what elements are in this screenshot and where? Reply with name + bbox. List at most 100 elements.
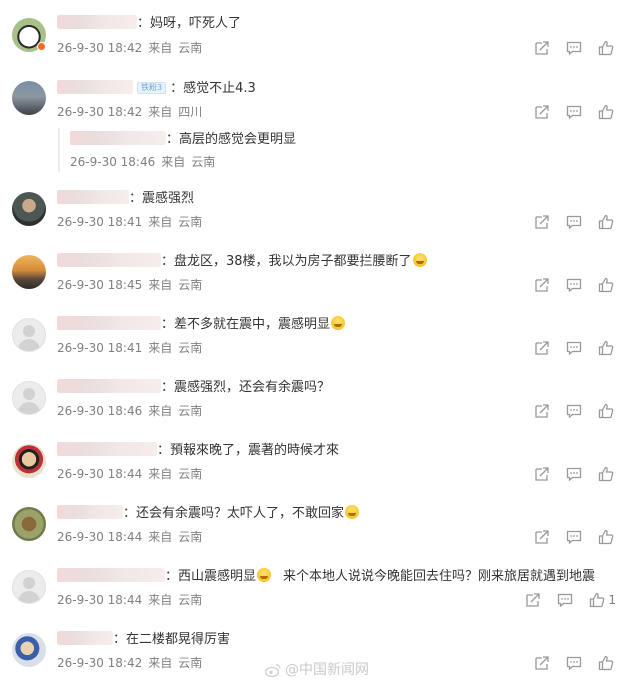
reply-date: 26-9-30 18:46 (70, 155, 156, 169)
comment-icon[interactable] (566, 403, 582, 419)
comment-date: 26-9-30 18:44 (57, 530, 143, 544)
share-icon[interactable] (534, 655, 550, 671)
vip-badge: 铁粉3 (137, 82, 167, 94)
share-icon[interactable] (534, 403, 550, 419)
avatar[interactable] (12, 255, 46, 289)
comment-source: 来自 (148, 41, 173, 55)
avatar[interactable] (12, 507, 46, 541)
comment-icon[interactable] (566, 104, 582, 120)
thumbs-up-icon[interactable] (598, 277, 614, 293)
comment-icon[interactable] (566, 277, 582, 293)
avatar[interactable] (12, 318, 46, 352)
comment-icon[interactable] (566, 529, 582, 545)
comment-icon[interactable] (566, 214, 582, 230)
avatar[interactable] (12, 444, 46, 478)
comment-source: 来自 (148, 278, 173, 292)
watermark: @中国新闻网 (265, 657, 369, 683)
watermark-text: @中国新闻网 (285, 662, 369, 678)
share-icon[interactable] (534, 529, 550, 545)
like-count: 1 (608, 593, 616, 607)
comment-source: 来自 (148, 105, 173, 119)
comment-location: 云南 (178, 215, 203, 229)
reply-source: 来自 (161, 155, 186, 169)
comment-text: 妈呀，吓死人了 (150, 16, 242, 31)
weibo-logo-icon (265, 663, 281, 677)
thumbs-up-icon[interactable] (589, 592, 605, 608)
comment-date: 26-9-30 18:45 (57, 278, 143, 292)
comment-source: 来自 (148, 467, 173, 481)
avatar[interactable] (12, 381, 46, 415)
crying-emoji-icon (331, 316, 346, 330)
comment-location: 云南 (178, 278, 203, 292)
comment-text: 在二楼都晃得厉害 (126, 632, 231, 647)
comment-source: 来自 (148, 215, 173, 229)
comment-text: 还会有余震吗？太吓人了，不敢回家 (136, 506, 345, 521)
share-icon[interactable] (534, 466, 550, 482)
comment-date: 26-9-30 18:42 (57, 656, 143, 670)
username-redacted[interactable] (57, 80, 133, 94)
comment-source: 来自 (148, 656, 173, 670)
username-redacted[interactable] (57, 505, 123, 519)
avatar[interactable] (12, 192, 46, 226)
comment-date: 26-9-30 18:42 (57, 41, 143, 55)
comment-text: 預報來晚了，震著的時候才來 (170, 443, 340, 458)
comment-source: 来自 (148, 404, 173, 418)
comment-text: 震感强烈，还会有余震吗？ (174, 380, 331, 395)
avatar[interactable] (12, 81, 46, 115)
comment-text: 西山震感明显 (178, 569, 257, 584)
comment-icon[interactable] (557, 592, 573, 608)
avatar[interactable] (12, 633, 46, 667)
thumbs-up-icon[interactable] (598, 340, 614, 356)
reply-location: 云南 (191, 155, 216, 169)
username-redacted[interactable] (57, 631, 113, 645)
comment-location: 云南 (178, 530, 203, 544)
crying-emoji-icon (257, 568, 272, 582)
comment-location: 云南 (178, 41, 203, 55)
comment-date: 26-9-30 18:42 (57, 105, 143, 119)
comment-text: 差不多就在震中，震感明显 (174, 317, 331, 332)
share-icon[interactable] (534, 40, 550, 56)
comment-date: 26-9-30 18:41 (57, 215, 143, 229)
thumbs-up-icon[interactable] (598, 466, 614, 482)
share-icon[interactable] (534, 214, 550, 230)
thumbs-up-icon[interactable] (598, 403, 614, 419)
comment-text-continued: 来个本地人说说今晚能回去住吗？刚来旅居就遇到地震 (283, 569, 596, 584)
comment-date: 26-9-30 18:44 (57, 593, 143, 607)
verified-badge-icon (37, 42, 46, 51)
comment-location: 四川 (178, 105, 203, 119)
comment-location: 云南 (178, 404, 203, 418)
crying-emoji-icon (345, 505, 360, 519)
share-icon[interactable] (534, 277, 550, 293)
username-redacted[interactable] (57, 568, 165, 582)
username-redacted[interactable] (57, 442, 157, 456)
comment-icon[interactable] (566, 40, 582, 56)
comment-icon[interactable] (566, 466, 582, 482)
comment-source: 来自 (148, 530, 173, 544)
username-redacted[interactable] (57, 316, 161, 330)
thumbs-up-icon[interactable] (598, 104, 614, 120)
thumbs-up-icon[interactable] (598, 214, 614, 230)
username-redacted[interactable] (57, 253, 161, 267)
username-redacted[interactable] (70, 131, 166, 145)
comment-text: 震感强烈 (142, 191, 195, 206)
comment-icon[interactable] (566, 655, 582, 671)
comment-location: 云南 (178, 467, 203, 481)
crying-emoji-icon (412, 253, 427, 267)
share-icon[interactable] (534, 104, 550, 120)
comment-source: 来自 (148, 593, 173, 607)
username-redacted[interactable] (57, 190, 129, 204)
thumbs-up-icon[interactable] (598, 529, 614, 545)
share-icon[interactable] (525, 592, 541, 608)
comment-icon[interactable] (566, 340, 582, 356)
username-redacted[interactable] (57, 15, 137, 29)
reply-text: 高层的感觉会更明显 (179, 132, 297, 147)
comment-date: 26-9-30 18:41 (57, 341, 143, 355)
share-icon[interactable] (534, 340, 550, 356)
username-redacted[interactable] (57, 379, 161, 393)
avatar[interactable] (12, 570, 46, 604)
comment-date: 26-9-30 18:44 (57, 467, 143, 481)
comment-text: 盘龙区，38楼，我以为房子都要拦腰断了 (174, 254, 412, 269)
thumbs-up-icon[interactable] (598, 655, 614, 671)
comment-location: 云南 (178, 341, 203, 355)
thumbs-up-icon[interactable] (598, 40, 614, 56)
